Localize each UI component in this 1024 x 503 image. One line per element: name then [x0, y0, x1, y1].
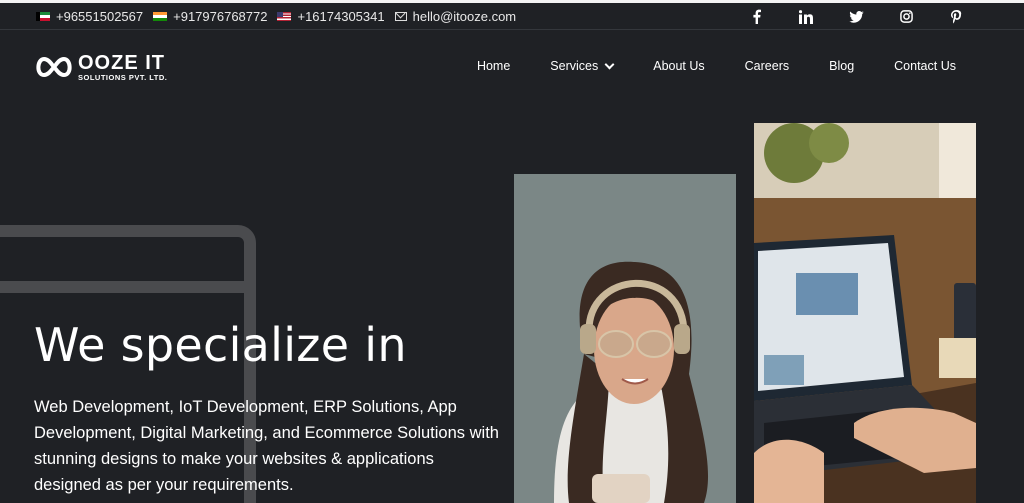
nav-home[interactable]: Home	[477, 59, 510, 73]
nav-about-us[interactable]: About Us	[653, 59, 704, 73]
contact-india[interactable]: +917976768772	[153, 9, 267, 24]
kuwait-flag-icon	[36, 12, 50, 21]
nav-contact-us[interactable]: Contact Us	[894, 59, 956, 73]
hero-image-laptop	[754, 123, 976, 503]
site-header: OOZE IT SOLUTIONS PVT. LTD. Home Service…	[0, 31, 1024, 103]
twitter-icon[interactable]	[848, 9, 864, 25]
nav-services[interactable]: Services	[550, 59, 615, 73]
nav-services-label: Services	[550, 59, 599, 73]
email-link[interactable]: hello@itooze.com	[413, 9, 517, 24]
contact-email[interactable]: hello@itooze.com	[394, 9, 517, 24]
nav-blog[interactable]: Blog	[829, 59, 854, 73]
chevron-down-icon	[604, 59, 615, 69]
mail-icon	[394, 12, 407, 21]
logo-sub-text: SOLUTIONS PVT. LTD.	[78, 73, 168, 82]
hero-description: Web Development, IoT Development, ERP So…	[34, 398, 499, 494]
usa-flag-icon	[277, 12, 292, 21]
decorative-line	[0, 281, 250, 293]
contact-usa[interactable]: +16174305341	[277, 9, 385, 24]
social-links	[748, 3, 964, 30]
pinterest-icon[interactable]	[948, 9, 964, 25]
main-nav: Home Services About Us Careers Blog Cont…	[477, 59, 956, 73]
phone-kuwait[interactable]: +96551502567	[56, 9, 143, 24]
india-flag-icon	[153, 12, 168, 21]
contact-list: +96551502567 +917976768772 +16174305341 …	[36, 3, 520, 30]
hero-title: We specialize in	[34, 318, 407, 372]
facebook-icon[interactable]	[748, 9, 764, 25]
phone-usa[interactable]: +16174305341	[297, 9, 384, 24]
contact-kuwait[interactable]: +96551502567	[36, 9, 143, 24]
nav-careers[interactable]: Careers	[745, 59, 789, 73]
company-logo[interactable]: OOZE IT SOLUTIONS PVT. LTD.	[34, 53, 167, 82]
infinity-logo-icon	[36, 57, 72, 78]
logo-main-text: OOZE IT	[78, 52, 165, 74]
phone-india[interactable]: +917976768772	[173, 9, 267, 24]
linkedin-icon[interactable]	[798, 9, 814, 25]
instagram-icon[interactable]	[898, 9, 914, 25]
hero-image-woman-headphones	[514, 174, 736, 503]
top-bar: +96551502567 +917976768772 +16174305341 …	[0, 0, 1024, 30]
